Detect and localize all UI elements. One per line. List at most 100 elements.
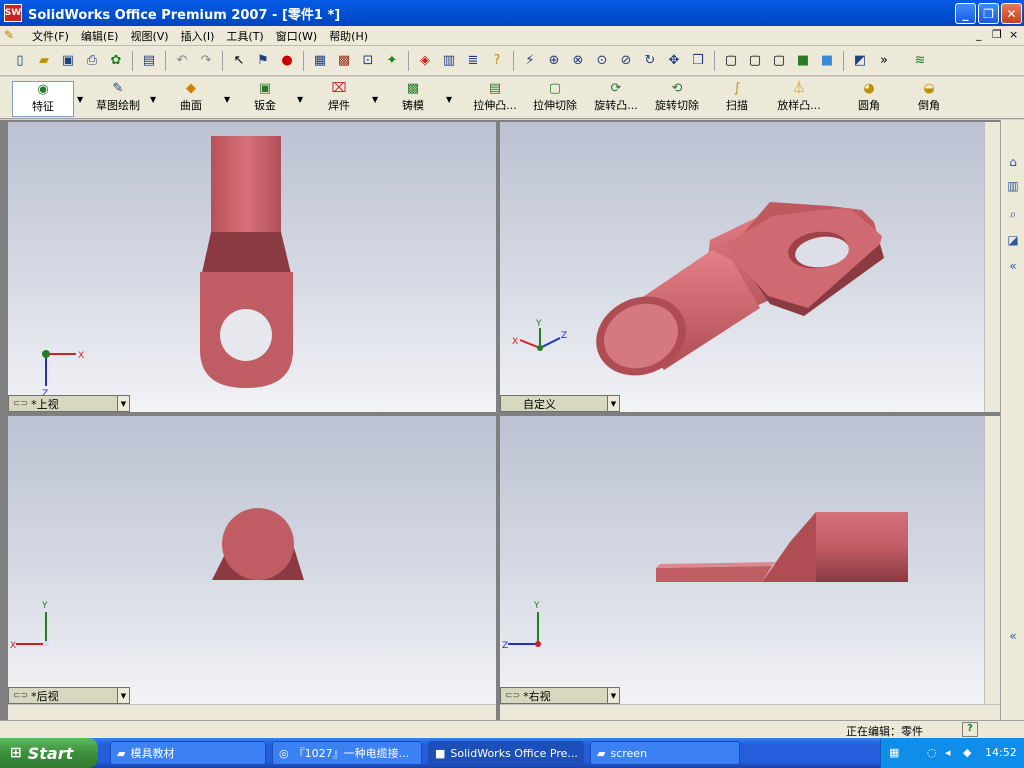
keyboard-icon[interactable]: ▦ — [889, 746, 899, 759]
help-button[interactable]: ? — [962, 722, 978, 737]
chevron-down-icon[interactable]: ▼ — [297, 95, 303, 104]
chevron-down-icon[interactable]: ▼ — [117, 688, 129, 703]
minimize-button[interactable]: _ — [955, 3, 976, 24]
view-selector-top[interactable]: ⊂⊃ *上视 ▼ — [8, 395, 130, 412]
menu-help[interactable]: 帮助(H) — [323, 28, 374, 44]
taskbar-item-folder[interactable]: ▰ 模具教材 — [110, 741, 266, 765]
printer-icon[interactable]: ▤ — [139, 51, 159, 71]
addins-icon[interactable]: ≋ — [910, 51, 930, 71]
menu-file[interactable]: 文件(F) — [26, 28, 75, 44]
chevron-down-icon[interactable]: ▼ — [150, 95, 156, 104]
menu-tools[interactable]: 工具(T) — [220, 28, 269, 44]
library-icon[interactable]: ▥ — [1003, 176, 1023, 196]
zoom-area-icon[interactable]: ⊗ — [568, 51, 588, 71]
new-doc-icon[interactable]: ▯ — [10, 51, 30, 71]
home-icon[interactable]: ⌂ — [1003, 152, 1023, 172]
menu-insert[interactable]: 插入(I) — [175, 28, 221, 44]
sketch-icon[interactable]: ⊡ — [358, 51, 378, 71]
loft-boss-button[interactable]: ⏃ 放样凸... — [772, 81, 826, 117]
taskbar-item-screen[interactable]: ▰ screen — [590, 741, 740, 765]
shaded-edges-icon[interactable]: ■ — [793, 51, 813, 71]
zoom-selection-icon[interactable]: ⊘ — [616, 51, 636, 71]
options-icon[interactable]: ✿ — [106, 51, 126, 71]
scrollbar-horizontal-right[interactable] — [500, 704, 1000, 720]
hidden-lines-removed-icon[interactable]: ▢ — [769, 51, 789, 71]
chevron-down-icon[interactable]: ▼ — [446, 95, 452, 104]
taskbar-item-browser[interactable]: ◎ 『1027』一种电缆接... — [272, 741, 422, 765]
revolve-boss-button[interactable]: ⟳ 旋转凸... — [590, 81, 642, 117]
tab-surface[interactable]: ◆ 曲面 — [176, 81, 206, 117]
chevron-down-icon[interactable]: ▼ — [117, 396, 129, 411]
network-icon[interactable]: ◌ — [927, 746, 937, 759]
mdi-minimize-button[interactable]: _ — [976, 28, 982, 41]
tab-mold[interactable]: ▩ 铸模 — [398, 81, 428, 117]
start-button[interactable]: ⊞ Start — [0, 738, 98, 768]
brick-icon[interactable]: ▩ — [334, 51, 354, 71]
more-icon[interactable]: » — [874, 51, 894, 71]
rotate-icon[interactable]: ↻ — [640, 51, 660, 71]
extrude-boss-button[interactable]: ▤ 拉伸凸... — [468, 81, 522, 117]
chevron-down-icon[interactable]: ▼ — [372, 95, 378, 104]
save-icon[interactable]: ▣ — [58, 51, 78, 71]
scrollbar-vertical-bottom[interactable] — [984, 416, 1000, 704]
chevron-down-icon[interactable]: ▼ — [607, 688, 619, 703]
help-icon[interactable]: ? — [487, 51, 507, 71]
view-selector-back[interactable]: ⊂⊃ *后视 ▼ — [8, 687, 130, 704]
tab-sketch[interactable]: ✎ 草图绘制 — [92, 81, 144, 117]
volume-icon[interactable]: ◂ — [945, 746, 951, 759]
extrude-cut-button[interactable]: ▢ 拉伸切除 — [530, 81, 580, 117]
fillet-button[interactable]: ◕ 圆角 — [854, 81, 884, 117]
menu-logo-icon[interactable]: ✎ — [4, 28, 20, 44]
redo-icon[interactable]: ↷ — [196, 51, 216, 71]
chevron-down-icon[interactable]: ▼ — [607, 396, 619, 411]
menu-view[interactable]: 视图(V) — [124, 28, 174, 44]
display-icon[interactable]: ✦ — [382, 51, 402, 71]
revolve-cut-button[interactable]: ⟲ 旋转切除 — [652, 81, 702, 117]
menu-edit[interactable]: 编辑(E) — [75, 28, 125, 44]
zoom-fit-icon[interactable]: ⊕ — [544, 51, 564, 71]
viewport-right[interactable]: Y Z ⊂⊃ *右视 ▼ — [500, 416, 984, 704]
chevron-down-icon[interactable]: ▼ — [224, 95, 230, 104]
zoom-inout-icon[interactable]: ⊙ — [592, 51, 612, 71]
tab-features[interactable]: ◉ 特征 — [12, 81, 74, 117]
undo-icon[interactable]: ↶ — [172, 51, 192, 71]
chamfer-button[interactable]: ◒ 倒角 — [914, 81, 944, 117]
view-selector-right[interactable]: ⊂⊃ *右视 ▼ — [500, 687, 620, 704]
grid-icon[interactable]: ▦ — [310, 51, 330, 71]
measure-icon[interactable]: ⚡ — [520, 51, 540, 71]
close-button[interactable]: ✕ — [1001, 3, 1022, 24]
view-selector-iso[interactable]: 自定义 ▼ — [500, 395, 620, 412]
viewport-top[interactable]: X Z ⊂⊃ *上视 ▼ — [8, 122, 496, 412]
viewport-back[interactable]: Y X ⊂⊃ *后视 ▼ — [8, 416, 496, 704]
appearance-icon[interactable]: ◪ — [1003, 230, 1023, 250]
scrollbar-horizontal-left[interactable] — [8, 704, 496, 720]
print-icon[interactable]: ⎙ — [82, 51, 102, 71]
mdi-restore-button[interactable]: ❐ — [992, 28, 1002, 41]
menu-window[interactable]: 窗口(W) — [270, 28, 323, 44]
appearance-icon[interactable]: ◈ — [415, 51, 435, 71]
select-icon[interactable]: ↖ — [229, 51, 249, 71]
traffic-light-icon[interactable]: ● — [277, 51, 297, 71]
hidden-lines-visible-icon[interactable]: ▢ — [745, 51, 765, 71]
viewport-isometric[interactable]: Y Z X 自定义 ▼ — [500, 122, 984, 412]
layout-icon[interactable]: ▥ — [439, 51, 459, 71]
view-orientation-icon[interactable]: ❒ — [688, 51, 708, 71]
shield-icon[interactable]: ◆ — [963, 746, 971, 759]
chevron-down-icon[interactable]: ▼ — [77, 95, 83, 104]
shaded-icon[interactable]: ■ — [817, 51, 837, 71]
scrollbar-vertical-top[interactable] — [984, 122, 1000, 412]
mdi-close-button[interactable]: × — [1009, 28, 1018, 41]
collapse-icon[interactable]: « — [1003, 256, 1023, 276]
tab-weldment[interactable]: ⌧ 焊件 — [324, 81, 354, 117]
maximize-button[interactable]: ❐ — [978, 3, 999, 24]
wireframe-icon[interactable]: ▢ — [721, 51, 741, 71]
sweep-button[interactable]: ∫ 扫描 — [722, 81, 752, 117]
expand-icon[interactable]: « — [1003, 626, 1023, 646]
pan-icon[interactable]: ✥ — [664, 51, 684, 71]
rebuild-icon[interactable]: ⚑ — [253, 51, 273, 71]
open-icon[interactable]: ▰ — [34, 51, 54, 71]
tab-sheet-metal[interactable]: ▣ 钣金 — [250, 81, 280, 117]
taskbar-item-solidworks[interactable]: ■ SolidWorks Office Pre... — [428, 741, 584, 765]
search-icon[interactable]: ⌕ — [1003, 204, 1023, 224]
section-view-icon[interactable]: ◩ — [850, 51, 870, 71]
